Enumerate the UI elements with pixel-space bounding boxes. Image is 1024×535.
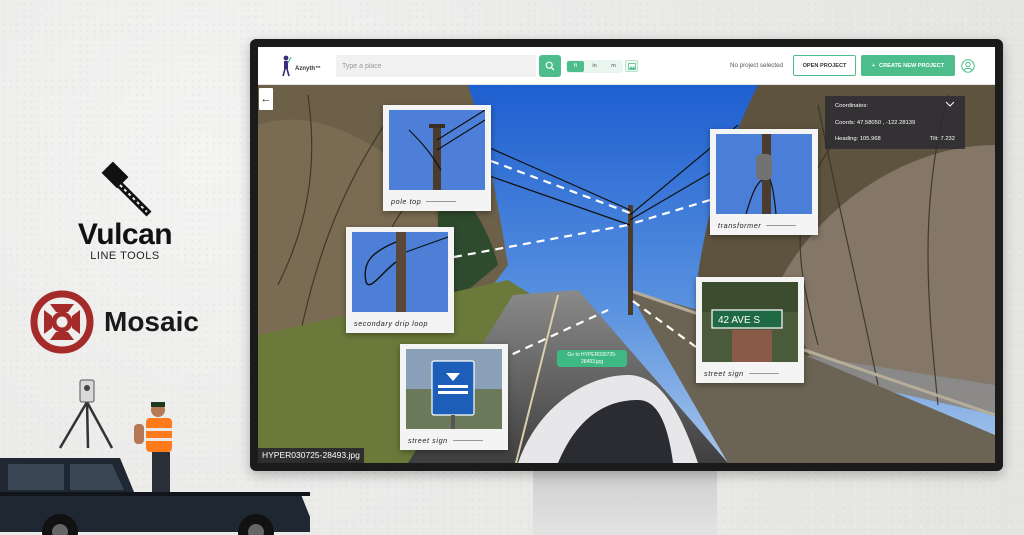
mosaic-mark-icon <box>30 290 94 354</box>
coordinates-panel: Coordinates: Coords: 47.58050 , -122.281… <box>825 96 965 149</box>
svg-text:42 AVE S: 42 AVE S <box>718 315 760 326</box>
monitor-stand <box>533 471 717 535</box>
goto-image-button[interactable]: Go to HYPER030725-28493.jpg <box>557 350 627 367</box>
app-screen: Aznyth™ ft in m No project selecte <box>258 47 995 463</box>
app-header: Aznyth™ ft in m No project selecte <box>258 47 995 85</box>
image-icon <box>627 62 636 70</box>
drip-loop-label: secondary drip loop <box>354 319 429 328</box>
callout-caption: pole top <box>391 197 457 206</box>
coordinates-title: Coordinates: <box>835 103 868 109</box>
callout-caption: secondary drip loop <box>354 319 428 328</box>
tilt-value: Tilt: 7.232 <box>929 136 955 142</box>
unit-toggle: ft in m <box>566 60 623 73</box>
mosaic-name: Mosaic <box>104 306 199 337</box>
pole-top-label: pole top <box>391 197 422 206</box>
pole-top-photo <box>389 110 485 190</box>
callout-street-sign-left[interactable]: street sign <box>400 344 508 450</box>
callout-caption: street sign <box>408 436 483 445</box>
callout-caption: transformer <box>718 221 797 230</box>
callout-drip-loop[interactable]: secondary drip loop <box>346 227 454 333</box>
street-sign-right-label: street sign <box>704 369 744 378</box>
search-icon <box>545 61 555 71</box>
callout-street-sign-right[interactable]: 42 AVE S street sign <box>696 277 804 383</box>
transformer-label: transformer <box>718 221 762 230</box>
person-logo-icon <box>282 55 292 77</box>
vulcan-name: Vulcan <box>77 218 173 251</box>
street-sign-photo-right: 42 AVE S <box>702 282 798 362</box>
user-account-icon[interactable] <box>961 59 975 73</box>
unit-ft[interactable]: ft <box>567 61 584 72</box>
place-search-input[interactable] <box>336 55 536 77</box>
vulcan-logo: Vulcan LINE TOOLS <box>70 162 180 262</box>
back-button[interactable]: ← <box>259 88 273 110</box>
app-logo-text: Aznyth™ <box>295 66 321 72</box>
plus-icon: + <box>871 62 876 69</box>
drip-loop-photo <box>352 232 448 312</box>
search-button[interactable] <box>539 55 561 77</box>
street-view-panorama[interactable]: ← Coordinates: Coords: 47.58050 , -122.2… <box>258 85 995 463</box>
open-project-button[interactable]: OPEN PROJECT <box>793 55 856 76</box>
callout-transformer[interactable]: transformer <box>710 129 818 235</box>
hammer-icon <box>101 162 152 217</box>
unit-m[interactable]: m <box>605 61 622 72</box>
monitor: Aznyth™ ft in m No project selecte <box>250 39 1003 471</box>
street-sign-left-label: street sign <box>408 436 448 445</box>
image-toggle-button[interactable] <box>625 60 638 72</box>
transformer-photo <box>716 134 812 214</box>
create-project-button[interactable]: + CREATE NEW PROJECT <box>861 55 955 76</box>
callout-pole-top[interactable]: pole top <box>383 105 491 211</box>
heading-value: Heading: 105.968 <box>835 136 881 142</box>
arrow-left-icon: ← <box>260 93 272 105</box>
mosaic-logo: Mosaic <box>30 290 199 354</box>
coords-value: Coords: 47.58050 , -122.28139 <box>835 120 916 126</box>
unit-in[interactable]: in <box>586 61 603 72</box>
image-filename: HYPER030725-28493.jpg <box>258 448 364 463</box>
callout-caption: street sign <box>704 369 779 378</box>
project-status: No project selected <box>730 62 783 69</box>
vulcan-subtitle: LINE TOOLS <box>90 250 160 262</box>
app-logo[interactable]: Aznyth™ <box>280 55 321 77</box>
chevron-down-icon[interactable] <box>945 100 955 108</box>
street-sign-photo-left <box>406 349 502 429</box>
create-project-label: CREATE NEW PROJECT <box>879 62 945 69</box>
